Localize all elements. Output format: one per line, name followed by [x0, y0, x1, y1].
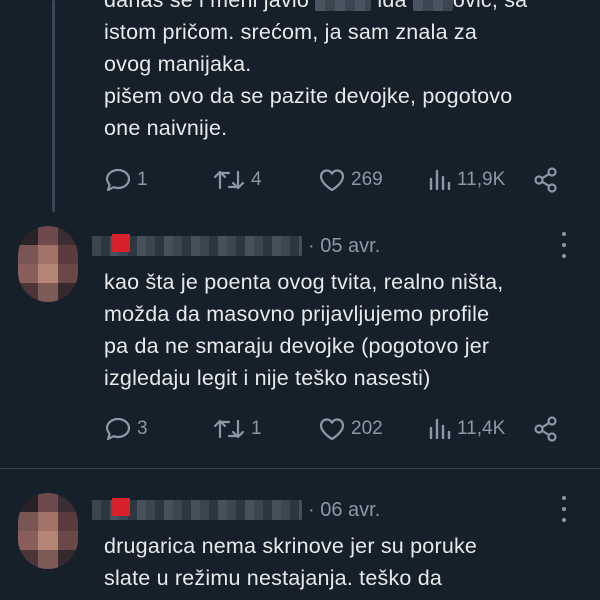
retweet-button[interactable]: 1: [212, 414, 262, 444]
views-count: 11,9K: [457, 169, 506, 190]
tweet-text-line: drugarica nema skrinove jer su poruke: [104, 534, 478, 558]
author-name-emoji: [112, 234, 130, 252]
reply-icon: [105, 417, 131, 441]
tweet-text-line: pa da ne smaraju devojke (pogotovo jer: [104, 334, 490, 358]
like-button[interactable]: 269: [318, 165, 383, 195]
redacted-text: [412, 0, 453, 12]
reply-button[interactable]: 3: [104, 414, 148, 444]
tweet-text-line: ovog manijaka.: [104, 52, 252, 76]
avatar[interactable]: [18, 493, 78, 569]
tweet-text: kao šta je poenta ovog tvita, realno niš…: [104, 266, 503, 394]
tweet-text-line: danas se i meni javio ida ović, sa: [104, 0, 527, 16]
more-icon[interactable]: [560, 232, 568, 258]
tweet-text-line: pišem ovo da se pazite devojke, pogotovo: [104, 84, 513, 108]
like-count: 269: [351, 169, 383, 190]
tweet-text-line: možda da masovno prijavljujemo profile: [104, 302, 490, 326]
tweet-text-line: izgledaju legit i nije teško nasesti): [104, 366, 431, 390]
heart-icon: [319, 418, 345, 441]
reply-button[interactable]: 1: [104, 165, 148, 195]
tweet-text-line: slate u režimu nestajanja. teško da: [104, 566, 443, 590]
retweet-count: 4: [251, 169, 262, 190]
tweet-actions: 3 1 202 11,4K: [104, 414, 564, 444]
like-button[interactable]: 202: [318, 414, 383, 444]
share-icon: [534, 167, 557, 193]
tweet-text-line: istom pričom. srećom, ja sam znala za: [104, 20, 478, 44]
more-icon[interactable]: [560, 496, 568, 522]
reply-count: 3: [137, 418, 148, 439]
views-count: 11,4K: [457, 418, 506, 439]
reply-count: 1: [137, 169, 148, 190]
share-button[interactable]: [532, 165, 560, 195]
author-name-emoji: [112, 498, 130, 516]
views-button[interactable]: 11,4K: [428, 414, 505, 444]
like-count: 202: [351, 418, 383, 439]
tweet-text: danas se i meni javio ida ović, sa istom…: [104, 0, 527, 144]
tweet-header: · 06 avr.: [92, 496, 572, 524]
redacted-text: [315, 0, 372, 12]
tweet-date[interactable]: · 05 avr.: [308, 232, 380, 260]
thread-line: [52, 0, 55, 212]
retweet-button[interactable]: 4: [212, 165, 262, 195]
tweet-text: drugarica nema skrinove jer su poruke sl…: [104, 530, 477, 594]
views-icon: [429, 418, 451, 440]
heart-icon: [319, 169, 345, 192]
retweet-icon: [213, 170, 245, 190]
retweet-icon: [213, 419, 245, 439]
tweet-actions: 1 4 269 11,9K: [104, 165, 564, 195]
tweet-date[interactable]: · 06 avr.: [308, 496, 380, 524]
tweet-text-line: one naivnije.: [104, 116, 228, 140]
views-icon: [429, 169, 451, 191]
retweet-count: 1: [251, 418, 262, 439]
tweet-text-line: kao šta je poenta ovog tvita, realno niš…: [104, 270, 504, 294]
reply-icon: [105, 168, 131, 192]
share-icon: [534, 416, 557, 442]
tweet-header: · 05 avr.: [92, 232, 572, 260]
avatar[interactable]: [18, 226, 78, 302]
share-button[interactable]: [532, 414, 560, 444]
divider: [0, 468, 600, 469]
views-button[interactable]: 11,9K: [428, 165, 505, 195]
